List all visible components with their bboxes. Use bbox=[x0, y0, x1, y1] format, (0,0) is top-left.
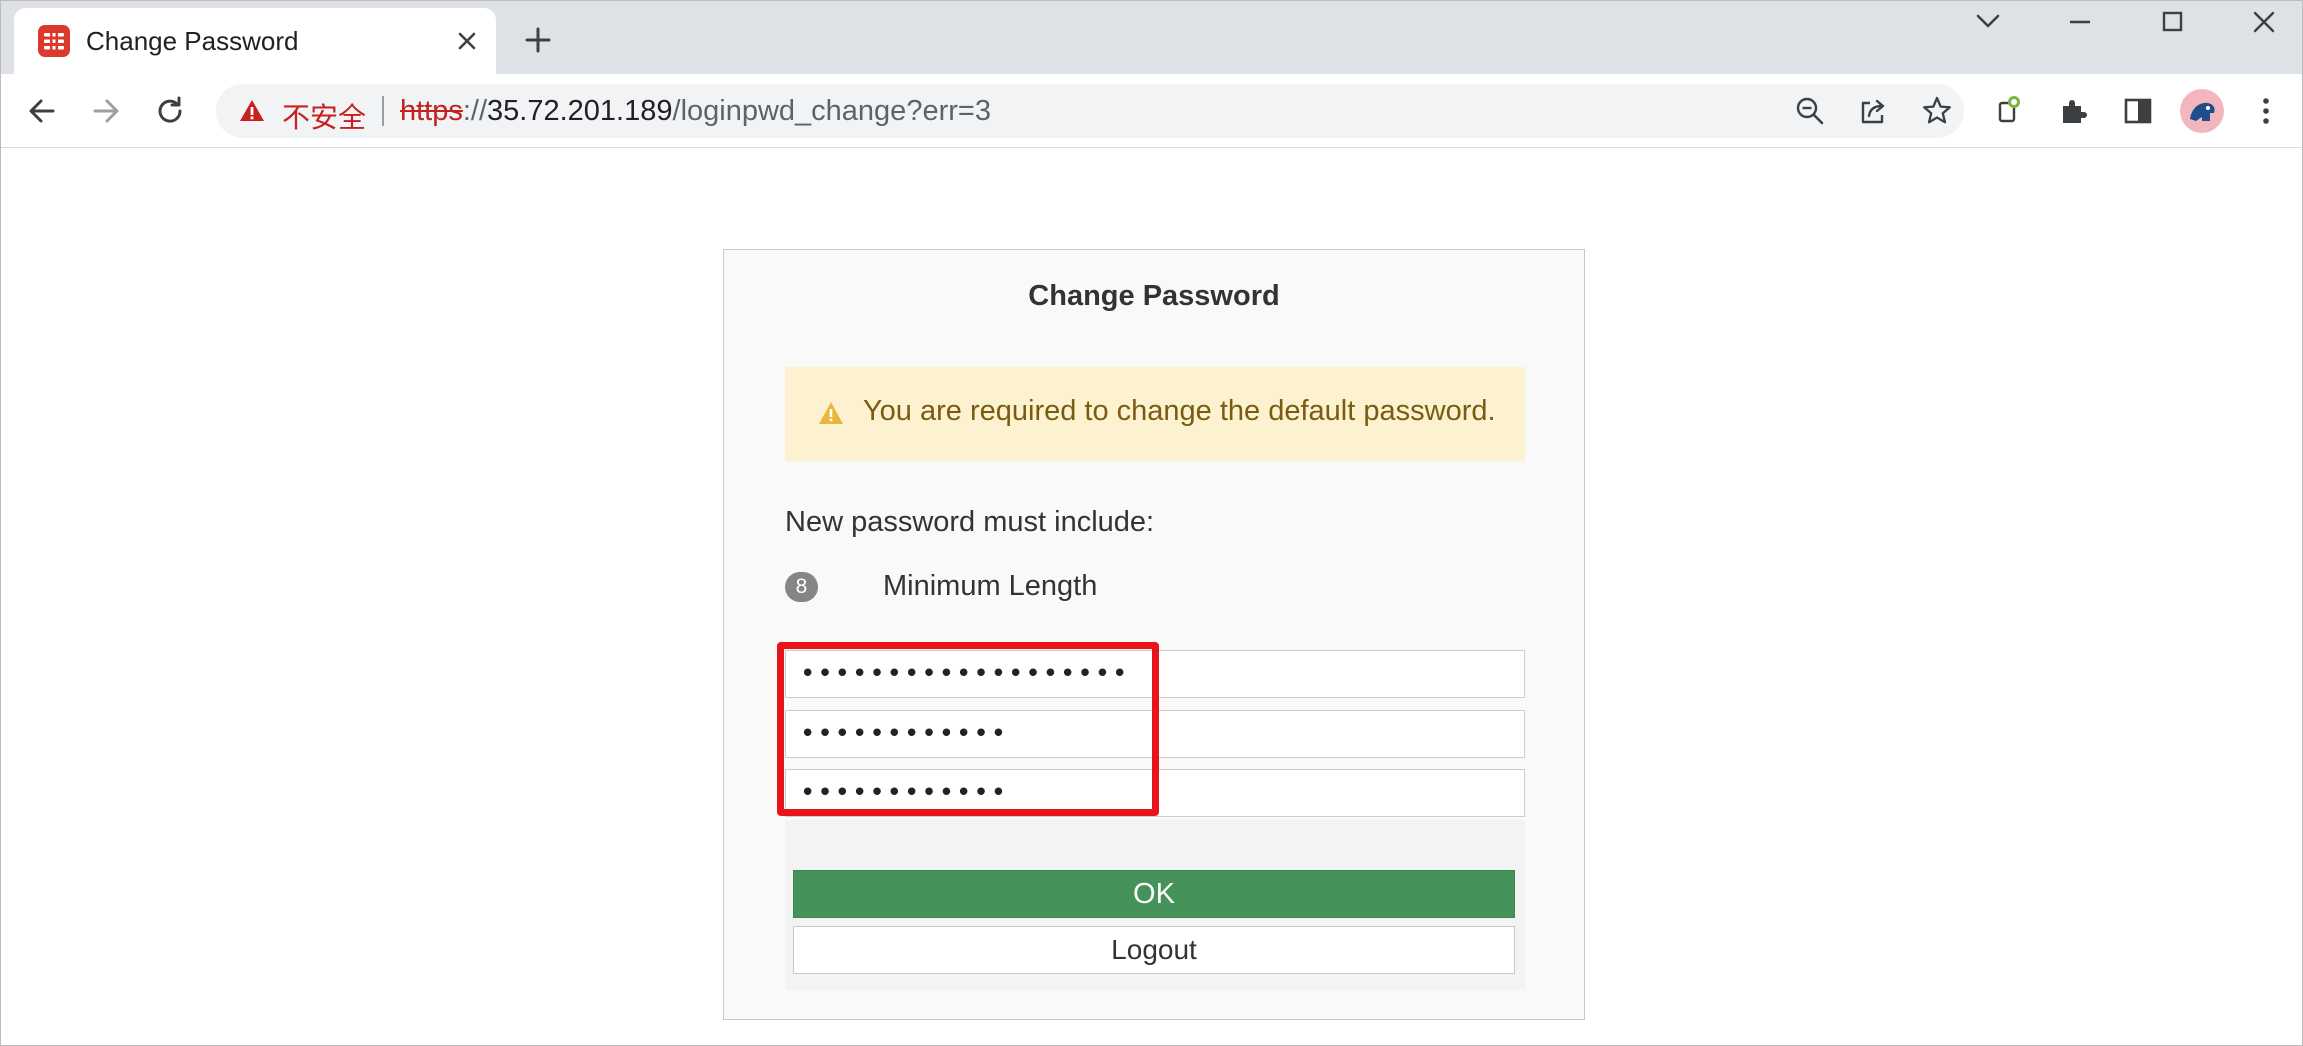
requirements-heading: New password must include: bbox=[785, 506, 1155, 538]
old-password-field[interactable] bbox=[785, 650, 1525, 698]
logout-button[interactable]: Logout bbox=[793, 926, 1515, 974]
side-panel-icon[interactable] bbox=[2116, 89, 2160, 133]
url-path: /loginpwd_change?err=3 bbox=[672, 95, 991, 127]
fortinet-favicon-icon bbox=[38, 25, 70, 57]
change-password-dialog: Change Password You are required to chan… bbox=[723, 249, 1585, 1020]
min-length-badge: 8 bbox=[785, 572, 818, 602]
address-bar[interactable]: 不安全 https://35.72.201.189/loginpwd_chang… bbox=[216, 84, 1964, 138]
url-separator: :// bbox=[462, 95, 488, 127]
share-icon[interactable] bbox=[1857, 95, 1889, 127]
reload-icon[interactable] bbox=[148, 89, 192, 133]
not-secure-label[interactable]: 不安全 bbox=[282, 96, 366, 136]
warning-icon bbox=[817, 400, 845, 426]
default-password-alert: You are required to change the default p… bbox=[785, 367, 1525, 461]
url-host: 35.72.201.189 bbox=[487, 95, 673, 127]
tab-search-chevron-icon[interactable] bbox=[1956, 4, 2020, 40]
tab-title: Change Password bbox=[86, 26, 299, 56]
browser-toolbar: 不安全 https://35.72.201.189/loginpwd_chang… bbox=[0, 74, 2303, 148]
back-arrow-icon[interactable] bbox=[20, 89, 64, 133]
forward-arrow-icon[interactable] bbox=[84, 89, 128, 133]
more-menu-icon[interactable] bbox=[2244, 89, 2288, 133]
bookmark-star-icon[interactable] bbox=[1921, 95, 1953, 127]
new-password-field[interactable] bbox=[785, 710, 1525, 758]
new-tab-icon[interactable] bbox=[518, 20, 558, 60]
browser-tab-strip: Change Password bbox=[0, 0, 2303, 74]
page-content: Change Password You are required to chan… bbox=[0, 149, 2303, 1046]
close-window-icon[interactable] bbox=[2232, 4, 2296, 40]
url-scheme: https bbox=[400, 95, 463, 127]
maximize-window-icon[interactable] bbox=[2140, 4, 2204, 40]
alert-message: You are required to change the default p… bbox=[863, 395, 1496, 427]
address-divider bbox=[382, 96, 384, 126]
confirm-password-field[interactable] bbox=[785, 769, 1525, 817]
min-length-label: Minimum Length bbox=[883, 570, 1098, 602]
profile-avatar[interactable] bbox=[2180, 89, 2224, 133]
browser-tab[interactable]: Change Password bbox=[14, 8, 496, 74]
button-area: OK Logout bbox=[785, 820, 1525, 990]
extensions-puzzle-icon[interactable] bbox=[2052, 89, 2096, 133]
url-text[interactable]: https://35.72.201.189/loginpwd_change?er… bbox=[400, 95, 991, 128]
zoom-icon[interactable] bbox=[1794, 95, 1826, 127]
ok-button[interactable]: OK bbox=[793, 870, 1515, 918]
close-tab-icon[interactable] bbox=[448, 22, 486, 60]
not-secure-warning-icon[interactable] bbox=[238, 97, 266, 125]
extension-icon[interactable] bbox=[1988, 89, 2032, 133]
dialog-title: Change Password bbox=[1028, 280, 1280, 312]
minimize-window-icon[interactable] bbox=[2048, 4, 2112, 40]
